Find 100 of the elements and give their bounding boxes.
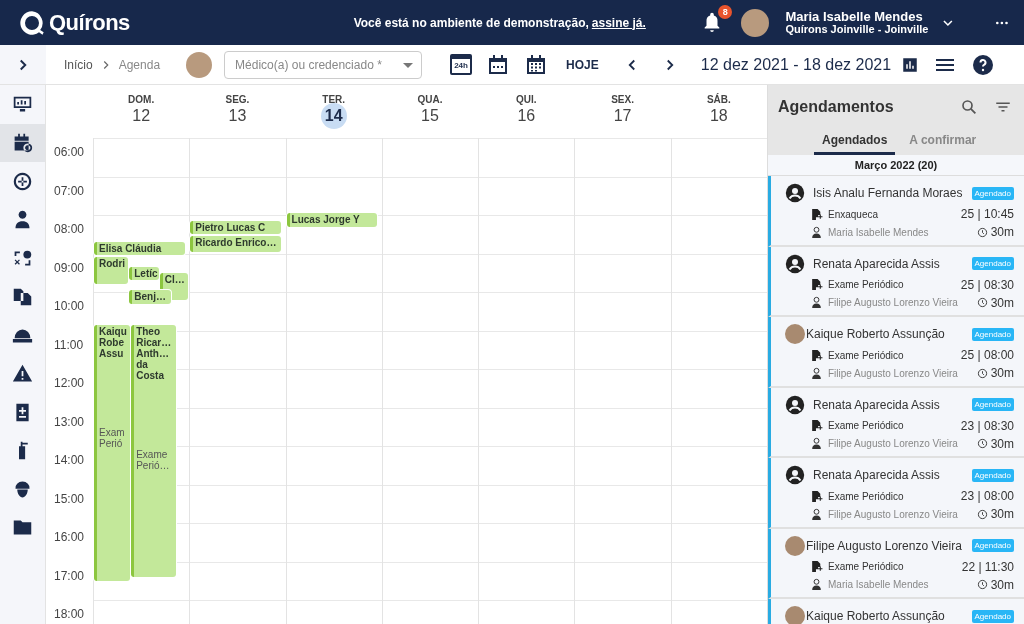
appointment-date: 25 | 08:30 bbox=[960, 277, 1014, 292]
search-icon[interactable] bbox=[960, 97, 978, 116]
appointment-card[interactable]: Kaique Roberto Assunção Agendado Exame Periódico 25 | 08:00 Filipe Augusto Lorenzo Vieira 30m bbox=[768, 317, 1024, 388]
document-plus-icon bbox=[810, 489, 823, 503]
patient-name: Filipe Augusto Lorenzo Vieira bbox=[806, 538, 963, 553]
status-badge: Agendado bbox=[971, 257, 1014, 270]
appointment-card[interactable]: Renata Aparecida Assis Agendado Exame Periódico 23 | 08:00 Filipe Augusto Lorenzo Vieira 30m bbox=[768, 458, 1024, 529]
clock-icon bbox=[976, 367, 988, 379]
professional-select[interactable]: Médico(a) ou credenciado * bbox=[224, 50, 423, 79]
hour-label: 17:00 bbox=[54, 568, 85, 583]
weekday-label: QUI. bbox=[516, 94, 537, 105]
calendar-clock-icon bbox=[12, 132, 33, 154]
calendar-event[interactable]: Lucas Jorge Y bbox=[286, 213, 378, 227]
logo-text: Quírons bbox=[49, 9, 130, 36]
date-range: 12 dez 2021 - 18 dez 2021 bbox=[700, 55, 892, 74]
subscribe-link[interactable]: assine já. bbox=[591, 15, 646, 30]
calendar-event[interactable]: Letíc bbox=[129, 266, 159, 281]
clock-icon bbox=[976, 438, 988, 449]
status-badge: Agendado bbox=[971, 468, 1014, 482]
hour-label: 15:00 bbox=[54, 491, 85, 506]
event-title: Lucas Jorge Y bbox=[291, 213, 361, 226]
event-detail: Exam Perió bbox=[99, 426, 126, 449]
patient-name: Kaique Roberto Assunção bbox=[806, 609, 946, 623]
clock-icon bbox=[976, 297, 988, 308]
event-title: Elisa Cláudia bbox=[99, 241, 163, 254]
professional-name: Filipe Augusto Lorenzo Vieira bbox=[828, 297, 959, 308]
hour-label: 11:00 bbox=[54, 337, 84, 352]
calendar-event[interactable]: Ricardo Enrico… bbox=[190, 236, 281, 252]
help-icon[interactable] bbox=[971, 52, 996, 77]
event-title: Ricardo Enrico… bbox=[195, 236, 278, 249]
status-badge: Agendado bbox=[971, 609, 1014, 623]
patient-name: Renata Aparecida Assis bbox=[813, 256, 941, 271]
professional-avatar bbox=[186, 51, 213, 78]
event-title: Letíc bbox=[134, 266, 158, 279]
document-plus-icon bbox=[810, 278, 823, 291]
breadcrumb-link[interactable]: Início bbox=[64, 57, 93, 72]
calendar-event[interactable]: Pietro Lucas C bbox=[190, 220, 281, 235]
patient-name: Kaique Roberto Assunção bbox=[806, 327, 946, 341]
professional-name: Filipe Augusto Lorenzo Vieira bbox=[828, 367, 959, 379]
hour-label: 16:00 bbox=[54, 530, 85, 544]
hour-label: 08:00 bbox=[54, 222, 85, 236]
appointment-reason: Exame Periódico bbox=[828, 279, 905, 290]
breadcrumb-current: Agenda bbox=[118, 57, 161, 72]
patient-name: Isis Analu Fernanda Moraes bbox=[813, 186, 964, 200]
hour-label: 09:00 bbox=[54, 260, 85, 275]
weekday-label: SEG. bbox=[225, 94, 250, 105]
day-number[interactable]: 14 bbox=[320, 103, 347, 129]
day-number[interactable]: 18 bbox=[705, 103, 732, 129]
weekday-label: DOM. bbox=[128, 94, 155, 105]
hour-label: 14:00 bbox=[54, 453, 85, 467]
weekday-label: TER. bbox=[322, 94, 346, 105]
document-plus-icon bbox=[810, 419, 823, 432]
calendar-event[interactable]: Theo Ricar… Anth… da Costa Exame Perió… bbox=[131, 324, 176, 577]
hour-label: 06:00 bbox=[54, 145, 85, 159]
appointment-duration: 30m bbox=[990, 436, 1014, 451]
weekday-label: QUA. bbox=[417, 94, 443, 105]
appointment-reason: Exame Periódico bbox=[828, 420, 905, 431]
appointment-card[interactable]: Renata Aparecida Assis Agendado Exame Periódico 25 | 08:30 Filipe Augusto Lorenzo Vieira 30m bbox=[768, 246, 1024, 317]
panel-tab[interactable]: Agendados bbox=[814, 128, 896, 155]
clock-icon bbox=[976, 579, 988, 590]
calendar-event[interactable]: Rodri bbox=[94, 257, 129, 285]
appointment-reason: Exame Periódico bbox=[828, 561, 905, 572]
calendar-event[interactable]: Elisa Cláudia bbox=[94, 241, 185, 256]
event-title: Kaiqu Robe Assu bbox=[99, 324, 128, 359]
user-circle-icon bbox=[785, 253, 805, 274]
appointment-duration: 30m bbox=[990, 577, 1014, 592]
appointment-card[interactable]: Renata Aparecida Assis Agendado Exame Periódico 23 | 08:30 Filipe Augusto Lorenzo Vieira 30m bbox=[768, 387, 1024, 458]
today-button[interactable]: HOJE bbox=[562, 55, 603, 74]
calendar-event[interactable]: Benj… bbox=[129, 290, 172, 304]
appointment-date: 25 | 08:00 bbox=[960, 348, 1014, 362]
day-number[interactable]: 12 bbox=[128, 103, 155, 129]
calendar-event[interactable]: Kaiqu Robe Assu Exam Perió bbox=[94, 324, 131, 581]
logo-icon bbox=[18, 8, 46, 37]
hour-label: 13:00 bbox=[54, 414, 85, 429]
day-number[interactable]: 13 bbox=[224, 103, 251, 129]
professional-name: Maria Isabelle Mendes bbox=[828, 579, 930, 590]
day-number[interactable]: 17 bbox=[609, 103, 636, 129]
user-name: Maria Isabelle Mendes bbox=[785, 9, 924, 23]
document-plus-icon bbox=[810, 348, 823, 362]
appointment-card[interactable]: Isis Analu Fernanda Moraes Agendado Enxaqueca 25 | 10:45 Maria Isabelle Mendes 30m bbox=[768, 176, 1024, 247]
more-icon[interactable] bbox=[994, 19, 1010, 26]
appointment-date: 23 | 08:30 bbox=[960, 418, 1014, 433]
professional-name: Maria Isabelle Mendes bbox=[828, 226, 930, 238]
event-title: Rodri bbox=[99, 257, 127, 270]
patient-avatar bbox=[785, 324, 805, 344]
event-detail: Exame Perió… bbox=[136, 448, 171, 471]
document-plus-icon bbox=[810, 207, 823, 221]
status-badge: Agendado bbox=[971, 186, 1014, 200]
documents-icon bbox=[12, 286, 33, 308]
hour-label: 10:00 bbox=[54, 299, 85, 313]
appointment-date: 23 | 08:00 bbox=[960, 489, 1014, 503]
professional-name: Filipe Augusto Lorenzo Vieira bbox=[828, 508, 959, 520]
hour-label: 07:00 bbox=[54, 183, 85, 198]
sidebar-item[interactable] bbox=[0, 123, 45, 162]
event-title: Pietro Lucas C bbox=[195, 220, 267, 233]
document-plus-icon bbox=[810, 560, 823, 573]
bar-chart-icon[interactable] bbox=[901, 55, 920, 74]
appointment-card[interactable]: Filipe Augusto Lorenzo Vieira Agendado Exame Periódico 22 | 11:30 Maria Isabelle Mendes 30m bbox=[768, 528, 1024, 599]
professional-name: Filipe Augusto Lorenzo Vieira bbox=[828, 438, 959, 449]
day-view-button[interactable]: 24h bbox=[450, 54, 473, 75]
